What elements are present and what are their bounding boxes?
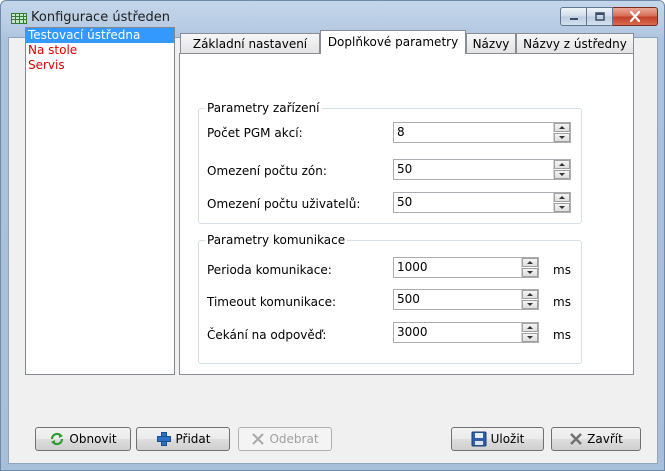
pgm-count-label: Počet PGM akcí: [207, 126, 303, 140]
spin-down-button[interactable] [522, 333, 538, 342]
add-button-label: Přidat [175, 432, 211, 446]
maximize-icon [594, 12, 605, 21]
panel-list[interactable]: Testovací ústředna Na stole Servis [25, 27, 175, 375]
remove-button-label: Odebrat [269, 432, 319, 446]
pgm-count-stepper[interactable]: 8 [393, 122, 571, 143]
refresh-icon [51, 432, 64, 446]
unit-label: ms [553, 295, 571, 309]
refresh-button-label: Obnovit [69, 432, 117, 446]
maximize-button[interactable] [587, 7, 613, 26]
tab-names-from-panel[interactable]: Názvy z ústředny [516, 33, 634, 53]
comm-period-value: 1000 [397, 260, 428, 274]
list-item-panel[interactable]: Testovací ústředna [26, 28, 174, 43]
add-button[interactable]: Přidat [136, 427, 230, 451]
tab-basic-settings[interactable]: Základní nastavení [180, 33, 320, 53]
pgm-count-value: 8 [397, 125, 405, 139]
spin-up-button[interactable] [554, 123, 570, 132]
spin-up-button[interactable] [522, 323, 538, 332]
spin-up-button[interactable] [522, 290, 538, 299]
spin-buttons [521, 290, 538, 309]
users-limit-label: Omezení počtu uživatelů: [207, 197, 361, 211]
minimize-button[interactable] [560, 7, 587, 26]
response-wait-label: Čekání na odpověď: [207, 328, 327, 342]
spin-down-button[interactable] [554, 170, 570, 179]
minimize-icon [569, 17, 578, 20]
caption-buttons [560, 7, 658, 27]
spin-up-button[interactable] [554, 160, 570, 169]
chevron-up-icon [527, 293, 533, 296]
chevron-down-icon [527, 303, 533, 306]
tab-names[interactable]: Názvy [466, 33, 516, 53]
close-x-icon [570, 433, 583, 445]
comm-timeout-label: Timeout komunikace: [207, 295, 337, 309]
chevron-down-icon [559, 206, 565, 209]
chevron-up-icon [559, 126, 565, 129]
save-button-label: Uložit [490, 432, 525, 446]
response-wait-stepper[interactable]: 3000 [393, 322, 539, 343]
users-limit-value: 50 [397, 195, 413, 209]
chevron-down-icon [559, 173, 565, 176]
users-limit-stepper[interactable]: 50 [393, 192, 571, 213]
plus-icon [156, 432, 171, 446]
spin-buttons [553, 160, 570, 179]
remove-button[interactable]: Odebrat [238, 427, 332, 451]
close-button[interactable]: Zavřít [551, 427, 641, 451]
comm-timeout-stepper[interactable]: 500 [393, 289, 539, 310]
list-item-panel[interactable]: Na stole [26, 43, 174, 58]
list-item-panel[interactable]: Servis [26, 58, 174, 73]
refresh-button[interactable]: Obnovit [35, 427, 131, 451]
group-title: Parametry zařízení [205, 101, 322, 115]
close-icon [629, 11, 641, 22]
group-title: Parametry komunikace [205, 233, 348, 247]
chevron-down-icon [527, 336, 533, 339]
chevron-down-icon [559, 136, 565, 139]
spin-up-button[interactable] [554, 193, 570, 202]
zones-limit-stepper[interactable]: 50 [393, 159, 571, 180]
keypad-icon [11, 13, 27, 24]
spin-buttons [521, 323, 538, 342]
unit-label: ms [553, 263, 571, 277]
spin-buttons [553, 123, 570, 142]
spin-down-button[interactable] [522, 268, 538, 277]
save-button[interactable]: Uložit [451, 427, 544, 451]
spin-buttons [553, 193, 570, 212]
chevron-up-icon [527, 261, 533, 264]
chevron-down-icon [527, 271, 533, 274]
zones-limit-label: Omezení počtu zón: [207, 164, 327, 178]
response-wait-value: 3000 [397, 325, 428, 339]
comm-period-label: Perioda komunikace: [207, 263, 332, 277]
chevron-up-icon [559, 196, 565, 199]
zones-limit-value: 50 [397, 162, 413, 176]
chevron-up-icon [559, 163, 565, 166]
tab-additional-parameters[interactable]: Doplňkové parametry [320, 30, 466, 54]
spin-down-button[interactable] [554, 203, 570, 212]
comm-period-stepper[interactable]: 1000 [393, 257, 539, 278]
close-window-button[interactable] [613, 7, 658, 26]
close-button-label: Zavřít [587, 432, 623, 446]
chevron-up-icon [527, 326, 533, 329]
spin-down-button[interactable] [522, 300, 538, 309]
delete-x-icon [252, 433, 265, 445]
spin-down-button[interactable] [554, 133, 570, 142]
floppy-disk-icon [471, 431, 487, 447]
spin-up-button[interactable] [522, 258, 538, 267]
spin-buttons [521, 258, 538, 277]
window-title: Konfigurace ústředen [31, 10, 170, 25]
unit-label: ms [553, 328, 571, 342]
comm-timeout-value: 500 [397, 292, 420, 306]
